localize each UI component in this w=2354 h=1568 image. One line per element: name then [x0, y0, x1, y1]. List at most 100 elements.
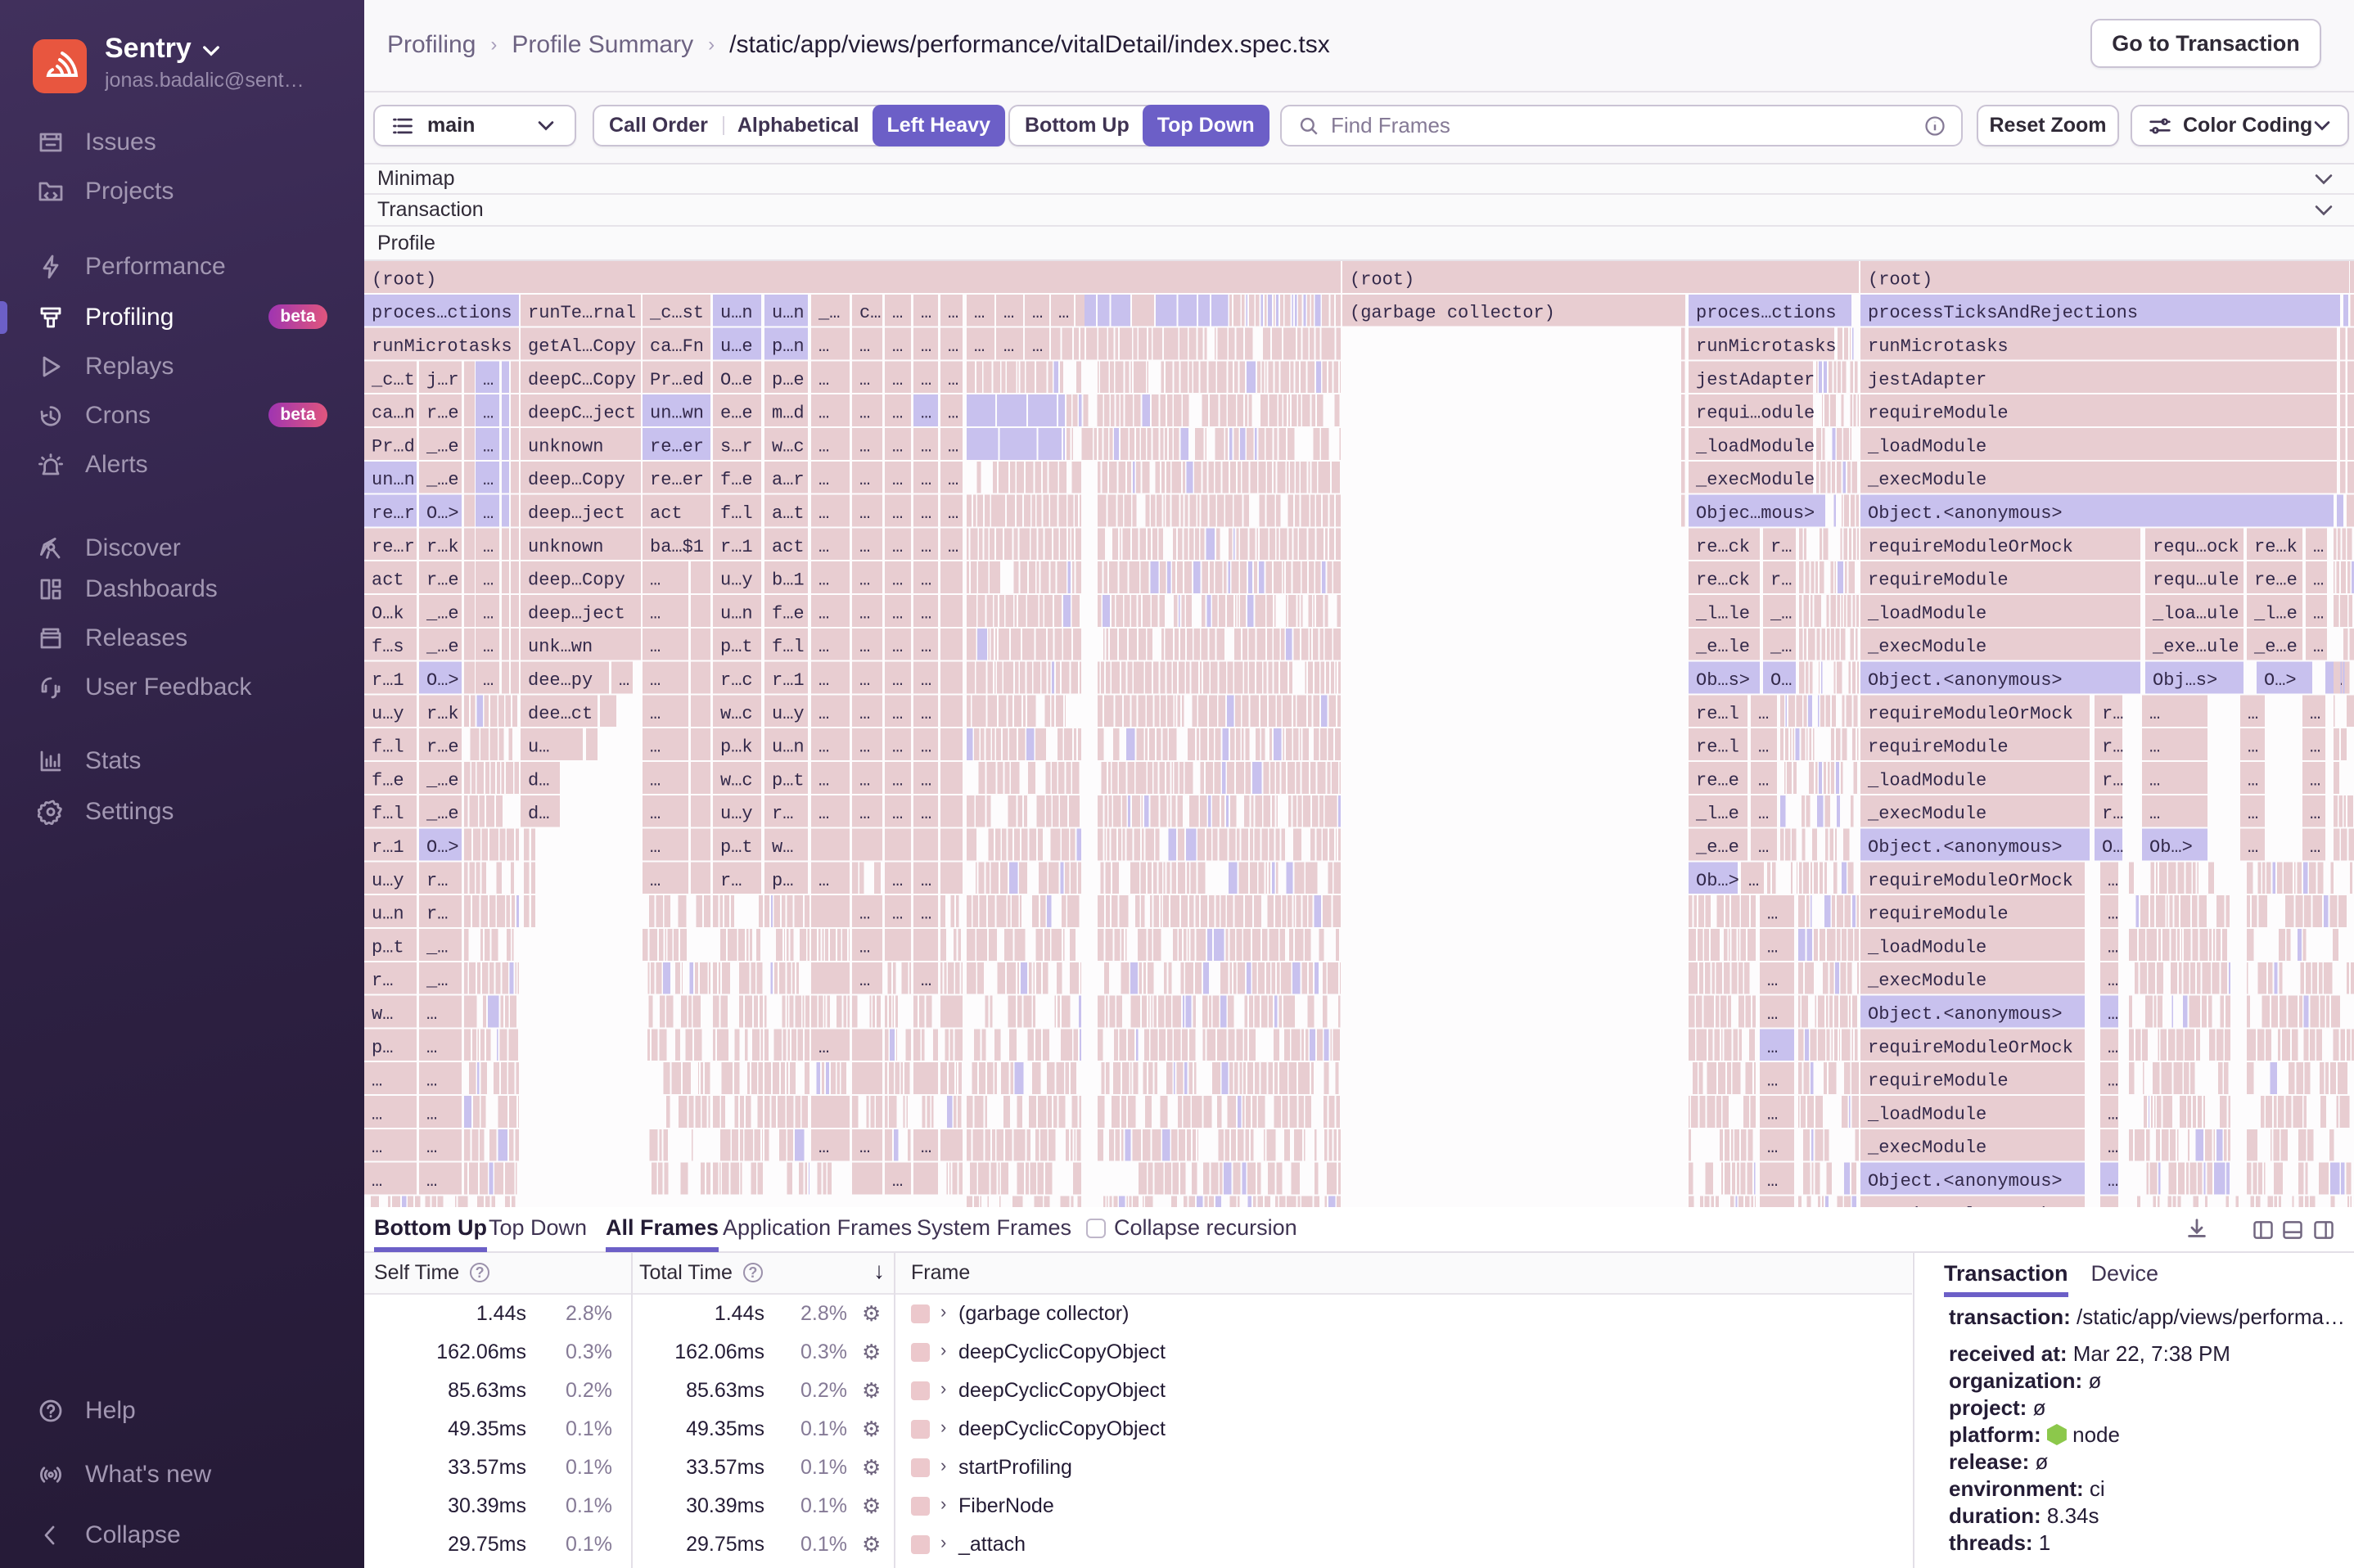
svg-text:…: … — [921, 503, 931, 524]
svg-text:…: … — [2248, 737, 2258, 758]
svg-text:…: … — [650, 837, 661, 858]
svg-text:…: … — [892, 804, 903, 824]
svg-text:_execModule: _execModule — [1867, 1138, 1986, 1158]
svg-text:_execModule: _execModule — [1867, 470, 1986, 490]
svg-text:…: … — [892, 704, 903, 724]
svg-text:…: … — [859, 470, 870, 490]
svg-text:O…>: O…> — [2264, 670, 2297, 691]
svg-text:_loadModule: _loadModule — [1867, 1104, 1986, 1124]
svg-text:…: … — [892, 403, 903, 424]
svg-text:(root): (root) — [1868, 269, 1932, 290]
svg-text:…: … — [921, 403, 931, 424]
svg-text:…: … — [650, 637, 661, 657]
svg-text:…: … — [483, 503, 494, 524]
svg-text:…: … — [818, 804, 829, 824]
svg-text:u…y: u…y — [772, 704, 805, 724]
svg-text:r…k: r…k — [426, 704, 459, 724]
svg-text:proces…ctions: proces…ctions — [1696, 303, 1837, 323]
svg-text:unk…wn: unk…wn — [528, 637, 593, 657]
svg-text:Ob…s>: Ob…s> — [1696, 670, 1750, 691]
svg-text:p…t: p…t — [720, 637, 753, 657]
svg-text:c…: c… — [859, 303, 881, 323]
svg-text:…: … — [892, 637, 903, 657]
svg-text:…: … — [2248, 704, 2258, 724]
svg-text:j…r: j…r — [426, 370, 459, 390]
svg-text:requireModuleOrMock: requireModuleOrMock — [1868, 704, 2073, 724]
svg-text:…: … — [2313, 637, 2324, 657]
svg-text:deep…Copy: deep…Copy — [528, 470, 625, 490]
svg-text:…: … — [892, 737, 903, 758]
svg-text:deepC…ject: deepC…ject — [528, 403, 636, 424]
svg-text:re…e: re…e — [2254, 570, 2298, 591]
svg-text:Obj…s>: Obj…s> — [2153, 670, 2217, 691]
svg-text:…: … — [2310, 837, 2320, 858]
svg-text:r…e: r…e — [426, 737, 459, 758]
svg-text:r…1: r…1 — [372, 837, 404, 858]
svg-text:…: … — [859, 1138, 870, 1158]
svg-text:…: … — [2310, 804, 2320, 824]
svg-text:…: … — [818, 670, 829, 691]
svg-text:f…e: f…e — [372, 770, 404, 791]
svg-text:…: … — [483, 637, 494, 657]
svg-text:getAl…Copy: getAl…Copy — [528, 336, 636, 357]
svg-text:…: … — [948, 370, 958, 390]
svg-text:…: … — [921, 1138, 931, 1158]
svg-text:_…: _… — [426, 971, 448, 991]
svg-text:Object.<anonymous>: Object.<anonymous> — [1868, 1171, 2063, 1192]
svg-text:…: … — [2108, 1071, 2118, 1092]
svg-text:…: … — [892, 603, 903, 624]
svg-text:…: … — [483, 470, 494, 490]
svg-text:…: … — [650, 603, 661, 624]
svg-text:…: … — [818, 737, 829, 758]
svg-text:…: … — [2310, 770, 2320, 791]
svg-text:p…: p… — [772, 871, 793, 891]
svg-text:re…ck: re…ck — [1696, 537, 1750, 557]
svg-text:_…: _… — [818, 303, 840, 323]
svg-text:…: … — [921, 904, 931, 925]
svg-text:…: … — [2313, 570, 2324, 591]
svg-text:…: … — [859, 904, 870, 925]
svg-text:ba…$1: ba…$1 — [650, 537, 704, 557]
svg-text:unknown: unknown — [528, 436, 603, 457]
svg-text:…: … — [1758, 737, 1769, 758]
svg-text:…: … — [426, 1071, 437, 1092]
svg-text:_execModule: _execModule — [1867, 804, 1986, 824]
svg-text:…: … — [859, 637, 870, 657]
svg-text:s…r: s…r — [720, 436, 753, 457]
svg-text:…: … — [2310, 704, 2320, 724]
svg-text:…: … — [1748, 871, 1759, 891]
svg-text:…: … — [650, 670, 661, 691]
svg-text:Object.<anonymous>: Object.<anonymous> — [1868, 1004, 2063, 1025]
svg-text:_e…le: _e…le — [1695, 637, 1750, 657]
svg-text:r…c: r…c — [720, 670, 753, 691]
svg-text:…: … — [1058, 303, 1069, 323]
svg-text:re…l: re…l — [1696, 704, 1739, 724]
svg-text:…: … — [1003, 303, 1014, 323]
svg-text:re…e: re…e — [1696, 770, 1739, 791]
svg-text:…: … — [892, 537, 903, 557]
svg-text:act: act — [650, 503, 683, 524]
svg-text:f…e: f…e — [720, 470, 753, 490]
svg-text:…: … — [650, 770, 661, 791]
svg-text:m…d: m…d — [772, 403, 805, 424]
svg-text:re…l: re…l — [1696, 737, 1739, 758]
svg-text:u…n: u…n — [772, 737, 805, 758]
svg-text:_execModule: _execModule — [1695, 470, 1815, 490]
svg-text:…: … — [372, 1138, 382, 1158]
svg-text:…: … — [921, 603, 931, 624]
svg-text:O…>: O…> — [426, 837, 459, 858]
svg-text:…: … — [859, 971, 870, 991]
svg-text:w…c: w…c — [772, 436, 805, 457]
svg-text:Object.<anonymous>: Object.<anonymous> — [1868, 670, 2063, 691]
svg-text:…: … — [921, 470, 931, 490]
svg-text:…: … — [859, 603, 870, 624]
svg-text:…: … — [426, 1138, 437, 1158]
svg-text:…: … — [2108, 1138, 2118, 1158]
svg-text:_…e: _…e — [426, 770, 459, 791]
svg-text:…: … — [948, 436, 958, 457]
svg-text:…: … — [921, 370, 931, 390]
svg-text:r…: r… — [2102, 737, 2123, 758]
svg-text:…: … — [859, 570, 870, 591]
svg-text:p…t: p…t — [372, 937, 404, 957]
svg-text:…: … — [921, 537, 931, 557]
